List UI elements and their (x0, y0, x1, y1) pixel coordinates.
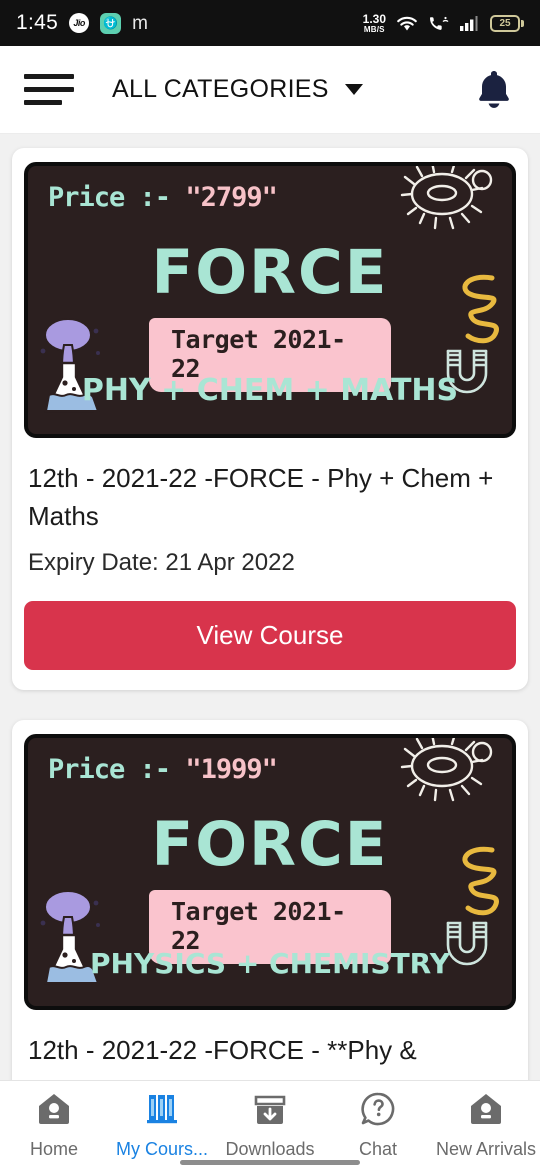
course-title: 12th - 2021-22 -FORCE - Phy + Chem + Mat… (28, 463, 494, 531)
books-icon (142, 1089, 182, 1134)
question-chat-icon (358, 1089, 398, 1134)
view-course-button[interactable]: View Course (24, 601, 516, 671)
flask-doodle-icon (34, 889, 118, 998)
network-speed-unit: MB/S (363, 24, 385, 34)
banner-inner: Price :- "1999" FORCE Target 2021-22 PHY… (28, 738, 512, 1006)
jio-icon: Jio (69, 13, 90, 33)
battery-level: 25 (490, 14, 520, 32)
hamburger-line (24, 74, 74, 79)
course-banner: Price :- "1999" FORCE Target 2021-22 PHY… (24, 734, 516, 1011)
nav-label: Downloads (225, 1139, 315, 1159)
download-box-icon (250, 1089, 290, 1134)
banner-inner: Price :- "2799" FORCE Target 2021-22 PHY… (28, 166, 512, 434)
banner-price: Price :- "1999" (48, 754, 278, 786)
nav-item-my-courses[interactable]: My Cours... (108, 1089, 216, 1160)
chevron-down-icon (344, 84, 363, 95)
home-icon (34, 1089, 74, 1134)
course-expiry: Expiry Date: 21 Apr 2022 (28, 549, 295, 577)
sun-doodle-icon (398, 738, 506, 819)
battery-cap (521, 19, 524, 27)
banner-price: Price :- "2799" (48, 182, 278, 213)
banner-brand: FORCE (151, 237, 389, 308)
status-bar: 1:45 Jio ⛎ m 1.30 MB/S 25 (0, 0, 540, 46)
banner-subjects: PHYSICS + CHEMISTRY (90, 947, 450, 981)
network-speed: 1.30 MB/S (363, 13, 386, 34)
green-app-icon: ⛎ (100, 12, 122, 34)
nav-label: New Arrivals (435, 1139, 537, 1159)
status-bar-right: 1.30 MB/S 25 (363, 13, 524, 34)
price-amount: "2799" (185, 182, 278, 213)
nav-label: Chat (358, 1139, 398, 1159)
price-amount: "1999" (185, 754, 278, 786)
page-title: ALL CATEGORIES (112, 75, 329, 103)
nav-label: My Cours... (115, 1139, 208, 1159)
hamburger-line (24, 100, 62, 105)
course-list[interactable]: Price :- "2799" FORCE Target 2021-22 PHY… (0, 134, 540, 1170)
price-label: Price :- (48, 182, 171, 213)
hamburger-menu-icon[interactable] (24, 74, 74, 105)
notification-bell-icon[interactable] (472, 67, 516, 113)
call-forward-icon (428, 14, 450, 32)
course-card[interactable]: Price :- "2799" FORCE Target 2021-22 PHY… (12, 148, 528, 691)
wifi-icon (395, 14, 419, 32)
all-categories-dropdown[interactable]: ALL CATEGORIES (112, 75, 363, 104)
nav-label: Home (29, 1139, 78, 1159)
price-label: Price :- (48, 754, 171, 786)
status-bar-left: 1:45 Jio ⛎ m (16, 11, 148, 35)
course-banner: Price :- "2799" FORCE Target 2021-22 PHY… (24, 162, 516, 438)
app-bar: ALL CATEGORIES (0, 46, 540, 134)
nav-item-chat[interactable]: Chat (324, 1089, 432, 1160)
nav-item-new-arrivals[interactable]: New Arrivals (432, 1089, 540, 1160)
status-time: 1:45 (16, 11, 59, 34)
sun-doodle-icon (398, 166, 506, 247)
home-indicator (180, 1160, 360, 1165)
m-icon: m (132, 12, 148, 34)
bottom-navigation: Home My Cours... Downloads Chat New Arri… (0, 1080, 540, 1170)
nav-item-downloads[interactable]: Downloads (216, 1089, 324, 1160)
network-speed-value: 1.30 (362, 11, 386, 26)
nav-item-home[interactable]: Home (0, 1089, 108, 1160)
banner-subjects: PHY + CHEM + MATHS (81, 373, 459, 408)
banner-brand: FORCE (151, 809, 389, 881)
course-title: 12th - 2021-22 -FORCE - **Phy & (28, 1035, 417, 1066)
signal-bars-icon (459, 14, 481, 32)
hamburger-line (24, 87, 74, 92)
flask-doodle-icon (34, 317, 118, 426)
battery-icon: 25 (490, 14, 524, 32)
home-icon (466, 1089, 506, 1134)
